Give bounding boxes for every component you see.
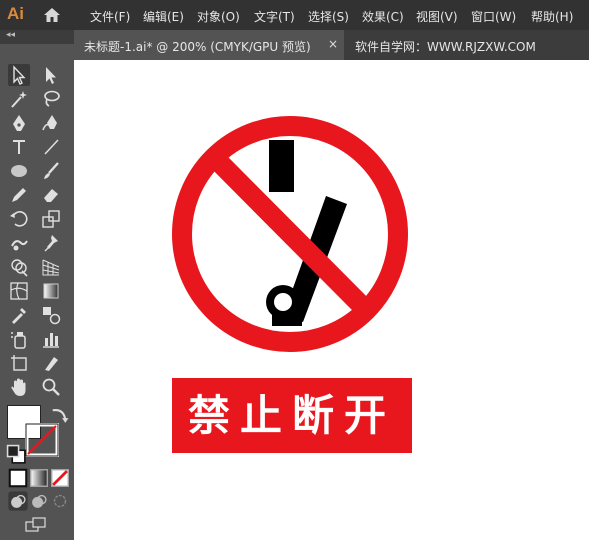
hand-icon[interactable] xyxy=(8,376,30,398)
warp-icon[interactable] xyxy=(8,232,30,254)
selection-tool-icon[interactable] xyxy=(8,64,30,86)
menu-bar: Ai 文件(F) 编辑(E) 对象(O) 文字(T) 选择(S) 效果(C) 视… xyxy=(0,0,589,30)
eyedropper-icon[interactable] xyxy=(8,304,30,326)
lasso-icon[interactable] xyxy=(40,88,62,110)
screen-mode-icon[interactable] xyxy=(25,514,47,532)
document-tab[interactable]: 未标题-1.ai* @ 200% (CMYK/GPU 预览) × xyxy=(74,30,344,60)
draw-behind-icon[interactable] xyxy=(28,490,47,508)
app-logo: Ai xyxy=(7,4,24,23)
type-tool-icon[interactable] xyxy=(8,136,30,158)
gradient-icon[interactable] xyxy=(40,280,62,302)
paintbrush-icon[interactable] xyxy=(40,160,62,182)
artboard-icon[interactable] xyxy=(8,352,30,374)
blend-icon[interactable] xyxy=(40,304,62,326)
menu-select[interactable]: 选择(S) xyxy=(308,8,349,25)
mesh-icon[interactable] xyxy=(8,280,30,302)
ellipse-tool-icon[interactable] xyxy=(8,160,30,182)
menu-object[interactable]: 对象(O) xyxy=(197,8,240,25)
swap-fill-stroke-icon[interactable] xyxy=(48,404,69,423)
close-tab-icon[interactable]: × xyxy=(328,37,338,51)
menu-file[interactable]: 文件(F) xyxy=(90,8,130,25)
scale-icon[interactable] xyxy=(40,208,62,230)
none-mode-icon[interactable] xyxy=(49,467,69,487)
document-tab-title: 未标题-1.ai* @ 200% (CMYK/GPU 预览) xyxy=(84,40,311,54)
graph-icon[interactable] xyxy=(40,328,62,350)
symbol-sprayer-icon[interactable] xyxy=(8,328,30,350)
menu-effect[interactable]: 效果(C) xyxy=(362,8,404,25)
perspective-grid-icon[interactable] xyxy=(40,256,62,278)
watermark-text: 软件自学网：WWW.RJZXW.COM xyxy=(355,40,536,54)
puppet-warp-icon[interactable] xyxy=(40,232,62,254)
slice-icon[interactable] xyxy=(40,352,62,374)
rotate-icon[interactable] xyxy=(8,208,30,230)
menu-edit[interactable]: 编辑(E) xyxy=(143,8,184,25)
direct-selection-tool-icon[interactable] xyxy=(40,64,62,86)
pen-tool-icon[interactable] xyxy=(8,112,30,134)
sign-text: 禁止断开 xyxy=(187,391,396,440)
pencil-icon[interactable] xyxy=(8,184,30,206)
gradient-mode-icon[interactable] xyxy=(28,467,48,487)
draw-normal-icon[interactable] xyxy=(7,490,28,511)
stroke-swatch[interactable] xyxy=(23,421,61,459)
magic-wand-icon[interactable] xyxy=(8,88,30,110)
menu-view[interactable]: 视图(V) xyxy=(416,8,458,25)
collapse-panel-icon[interactable]: ◂◂ xyxy=(6,30,15,40)
curvature-tool-icon[interactable] xyxy=(40,112,62,134)
document-tab-bar: 未标题-1.ai* @ 200% (CMYK/GPU 预览) × 软件自学网：W… xyxy=(74,30,589,60)
zoom-icon[interactable] xyxy=(40,376,62,398)
menu-help[interactable]: 帮助(H) xyxy=(531,8,573,25)
sign-banner: 禁止断开 xyxy=(172,378,412,453)
color-mode-icon[interactable] xyxy=(7,467,28,488)
artboard-canvas[interactable]: 禁止断开 xyxy=(74,60,589,540)
menu-window[interactable]: 窗口(W) xyxy=(471,8,516,25)
prohibition-sign xyxy=(172,116,408,352)
menu-type[interactable]: 文字(T) xyxy=(254,8,295,25)
line-tool-icon[interactable] xyxy=(40,136,62,158)
home-icon[interactable] xyxy=(42,5,62,25)
draw-inside-icon[interactable] xyxy=(49,490,67,508)
default-fill-stroke-icon[interactable] xyxy=(6,444,26,464)
eraser-icon[interactable] xyxy=(40,184,62,206)
shape-builder-icon[interactable] xyxy=(8,256,30,278)
